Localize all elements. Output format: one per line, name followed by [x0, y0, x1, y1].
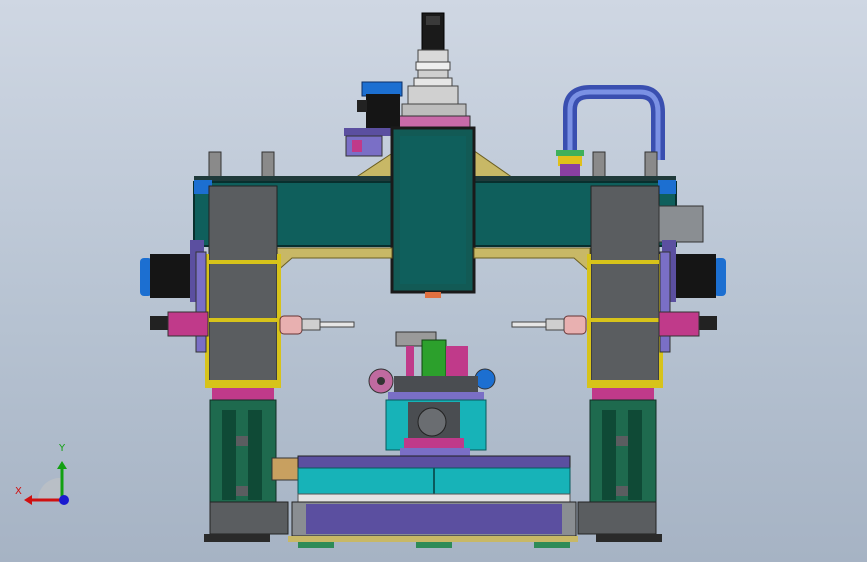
- axis-triad: [24, 461, 69, 505]
- cad-viewport[interactable]: X Y: [0, 0, 867, 562]
- lower-arch: [275, 247, 393, 274]
- right-base: [577, 388, 662, 542]
- z-axis-dot: [59, 495, 69, 505]
- work-table: [271, 455, 578, 548]
- cooling-pipe: [556, 85, 665, 176]
- axis-x-label: X: [15, 486, 22, 497]
- center-fixture: [368, 331, 496, 458]
- machine-front-view: [24, 12, 726, 548]
- left-column: [205, 185, 281, 388]
- axis-y-label: Y: [59, 443, 66, 454]
- top-spindle-assembly: [397, 12, 471, 129]
- right-gusset: [469, 147, 518, 181]
